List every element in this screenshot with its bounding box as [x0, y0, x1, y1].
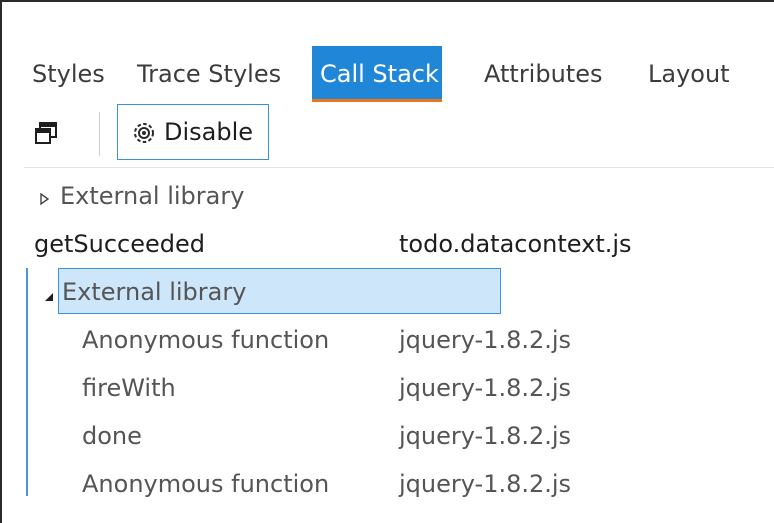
frame-name: Anonymous function — [82, 326, 330, 354]
frame-name: done — [82, 422, 142, 450]
list-item[interactable]: Anonymous function jquery-1.8.2.js — [2, 460, 774, 508]
frame-file: jquery-1.8.2.js — [399, 374, 572, 402]
tab-call-stack[interactable]: Call Stack — [312, 46, 442, 102]
tab-trace-styles[interactable]: Trace Styles — [129, 46, 289, 102]
list-item[interactable]: Anonymous function jquery-1.8.2.js — [2, 316, 774, 364]
disable-button[interactable]: Disable — [117, 104, 269, 160]
list-item[interactable]: External library — [2, 268, 774, 316]
frame-name: External library — [60, 182, 245, 210]
frame-file: jquery-1.8.2.js — [399, 326, 572, 354]
collapse-windows-icon[interactable] — [33, 120, 61, 148]
tab-attributes[interactable]: Attributes — [476, 46, 610, 102]
toolbar-separator — [99, 112, 100, 156]
disable-button-label: Disable — [164, 118, 254, 146]
frame-name: getSucceeded — [34, 230, 206, 258]
toolbar: Disable — [2, 102, 774, 168]
frame-file: jquery-1.8.2.js — [399, 422, 572, 450]
frame-file: todo.datacontext.js — [399, 230, 632, 258]
expand-arrow-icon[interactable] — [40, 190, 50, 206]
frame-file: jquery-1.8.2.js — [399, 470, 572, 498]
list-item[interactable]: fireWith jquery-1.8.2.js — [2, 364, 774, 412]
list-item[interactable]: done jquery-1.8.2.js — [2, 412, 774, 460]
frame-name: fireWith — [82, 374, 176, 402]
gear-icon — [131, 120, 157, 146]
devtools-panel: Styles Trace Styles Call Stack Attribute… — [0, 0, 774, 523]
tab-styles[interactable]: Styles — [24, 46, 113, 102]
frame-name: External library — [62, 278, 247, 306]
list-item[interactable]: getSucceeded todo.datacontext.js — [2, 220, 774, 268]
collapse-arrow-icon[interactable] — [44, 287, 54, 301]
tab-layout[interactable]: Layout — [640, 46, 738, 102]
divider — [24, 167, 774, 168]
frame-name: Anonymous function — [82, 470, 330, 498]
list-item[interactable]: External library — [2, 172, 774, 220]
